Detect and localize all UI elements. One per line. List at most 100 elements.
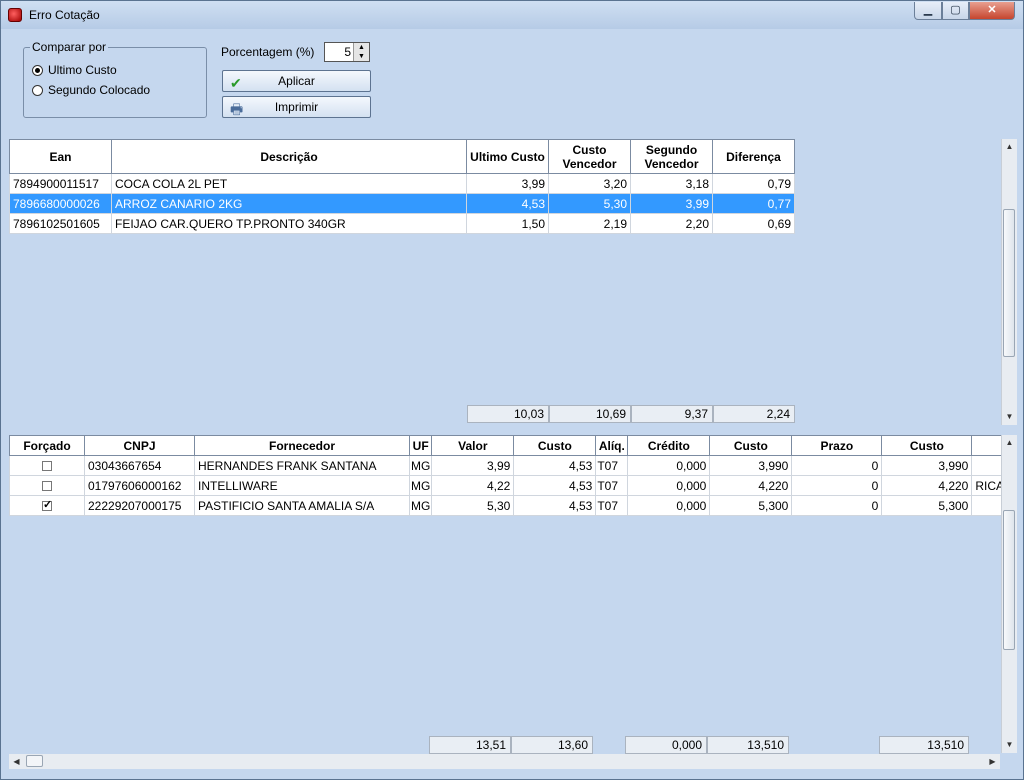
table-row-selected[interactable]: 7896680000026 ARROZ CANARIO 2KG 4,53 5,3… — [9, 193, 795, 214]
cell-diferenca[interactable]: 0,77 — [712, 193, 795, 214]
col-descricao[interactable]: Descrição — [111, 139, 467, 174]
cell-descricao[interactable]: COCA COLA 2L PET — [111, 173, 467, 194]
scroll-down-icon[interactable]: ▼ — [1002, 409, 1017, 424]
cell-descricao[interactable]: ARROZ CANARIO 2KG — [111, 193, 467, 214]
cell-ultimo-custo[interactable]: 3,99 — [466, 173, 549, 194]
percent-spinner[interactable]: 5 ▲ ▼ — [324, 42, 370, 62]
forced-checkbox-checked[interactable] — [42, 498, 52, 512]
cell-forcado[interactable] — [9, 475, 85, 496]
cell-fornecedor[interactable]: INTELLIWARE — [194, 475, 410, 496]
cell-cnpj[interactable]: 01797606000162 — [84, 475, 195, 496]
cell-custo-3[interactable]: 4,220 — [881, 475, 973, 496]
cell-segundo-vencedor[interactable]: 2,20 — [630, 213, 713, 234]
cell-segundo-vencedor[interactable]: 3,18 — [630, 173, 713, 194]
cell-prazo[interactable]: 0 — [791, 455, 883, 476]
minimize-button[interactable]: ▁ — [914, 2, 942, 20]
forced-checkbox[interactable] — [42, 461, 52, 472]
table-row[interactable]: 03043667654 HERNANDES FRANK SANTANA MG 3… — [9, 455, 1009, 476]
scroll-right-icon[interactable]: ▶ — [985, 754, 1000, 769]
cell-credito[interactable]: 0,000 — [627, 455, 711, 476]
scroll-thumb[interactable] — [1003, 209, 1015, 357]
cell-ean[interactable]: 7896102501605 — [9, 213, 112, 234]
cell-fornecedor[interactable]: PASTIFICIO SANTA AMALIA S/A — [194, 495, 410, 516]
radio-dot[interactable] — [32, 84, 43, 96]
col-ean[interactable]: Ean — [9, 139, 112, 174]
col-prazo[interactable]: Prazo — [791, 435, 883, 456]
cell-prazo[interactable]: 0 — [791, 495, 883, 516]
scroll-down-icon[interactable]: ▼ — [1002, 737, 1017, 752]
col-aliq[interactable]: Alíq. — [595, 435, 629, 456]
cell-custo[interactable]: 4,53 — [513, 475, 597, 496]
cell-forcado[interactable] — [9, 455, 85, 476]
cell-credito[interactable]: 0,000 — [627, 475, 711, 496]
scroll-left-icon[interactable]: ◀ — [9, 754, 24, 769]
cell-valor[interactable]: 4,22 — [431, 475, 515, 496]
cell-custo-2[interactable]: 5,300 — [709, 495, 793, 516]
cell-custo-3[interactable]: 3,990 — [881, 455, 973, 476]
cell-forcado[interactable] — [9, 495, 85, 516]
cell-custo-vencedor[interactable]: 5,30 — [548, 193, 631, 214]
cell-ultimo-custo[interactable]: 4,53 — [466, 193, 549, 214]
cell-descricao[interactable]: FEIJAO CAR.QUERO TP.PRONTO 340GR — [111, 213, 467, 234]
cell-aliq[interactable]: T07 — [595, 495, 629, 516]
cell-credito[interactable]: 0,000 — [627, 495, 711, 516]
cell-diferenca[interactable]: 0,79 — [712, 173, 795, 194]
cell-valor[interactable]: 5,30 — [431, 495, 515, 516]
radio-dot[interactable] — [32, 64, 43, 76]
radio-ultimo-custo[interactable]: Ultimo Custo — [32, 63, 117, 77]
col-custo-vencedor[interactable]: Custo Vencedor — [548, 139, 631, 174]
radio-segundo-colocado[interactable]: Segundo Colocado — [32, 83, 150, 97]
col-diferenca[interactable]: Diferença — [712, 139, 795, 174]
print-button[interactable]: 🖶 Imprimir — [222, 96, 371, 118]
cell-fornecedor[interactable]: HERNANDES FRANK SANTANA — [194, 455, 410, 476]
suppliers-vertical-scrollbar[interactable]: ▲ ▼ — [1001, 435, 1017, 753]
forced-checkbox[interactable] — [42, 481, 52, 492]
spinner-arrows[interactable]: ▲ ▼ — [353, 43, 369, 61]
cell-ultimo-custo[interactable]: 1,50 — [466, 213, 549, 234]
col-custo-2[interactable]: Custo — [709, 435, 793, 456]
cell-custo-3[interactable]: 5,300 — [881, 495, 973, 516]
cell-diferenca[interactable]: 0,69 — [712, 213, 795, 234]
cell-cnpj[interactable]: 22229207000175 — [84, 495, 195, 516]
close-button[interactable]: ✕ — [969, 2, 1015, 20]
col-uf[interactable]: UF — [408, 435, 433, 456]
maximize-button[interactable]: ▢ — [942, 2, 969, 20]
cell-custo-vencedor[interactable]: 2,19 — [548, 213, 631, 234]
apply-button[interactable]: ✔ Aplicar — [222, 70, 371, 92]
cell-uf[interactable]: MG — [408, 475, 433, 496]
col-valor[interactable]: Valor — [431, 435, 515, 456]
scroll-thumb[interactable] — [26, 755, 43, 767]
cell-uf[interactable]: MG — [408, 455, 433, 476]
cell-custo-2[interactable]: 4,220 — [709, 475, 793, 496]
products-vertical-scrollbar[interactable]: ▲ ▼ — [1001, 139, 1017, 425]
col-fornecedor[interactable]: Fornecedor — [194, 435, 410, 456]
table-row[interactable]: 01797606000162 INTELLIWARE MG 4,22 4,53 … — [9, 475, 1009, 496]
cell-aliq[interactable]: T07 — [595, 475, 629, 496]
col-forcado[interactable]: Forçado — [9, 435, 85, 456]
table-row[interactable]: 7896102501605 FEIJAO CAR.QUERO TP.PRONTO… — [9, 213, 795, 234]
scroll-thumb[interactable] — [1003, 510, 1015, 650]
col-cnpj[interactable]: CNPJ — [84, 435, 195, 456]
col-custo-3[interactable]: Custo — [881, 435, 973, 456]
col-ultimo-custo[interactable]: Ultimo Custo — [466, 139, 549, 174]
cell-prazo[interactable]: 0 — [791, 475, 883, 496]
percent-value[interactable]: 5 — [344, 45, 351, 59]
cell-segundo-vencedor[interactable]: 3,99 — [630, 193, 713, 214]
cell-custo[interactable]: 4,53 — [513, 455, 597, 476]
table-row[interactable]: 22229207000175 PASTIFICIO SANTA AMALIA S… — [9, 495, 1009, 516]
col-custo[interactable]: Custo — [513, 435, 597, 456]
cell-cnpj[interactable]: 03043667654 — [84, 455, 195, 476]
cell-custo[interactable]: 4,53 — [513, 495, 597, 516]
cell-custo-2[interactable]: 3,990 — [709, 455, 793, 476]
scroll-up-icon[interactable]: ▲ — [1002, 435, 1017, 450]
cell-aliq[interactable]: T07 — [595, 455, 629, 476]
cell-ean[interactable]: 7894900011517 — [9, 173, 112, 194]
cell-uf[interactable]: MG — [408, 495, 433, 516]
col-segundo-vencedor[interactable]: Segundo Vencedor — [630, 139, 713, 174]
horizontal-scrollbar[interactable]: ◀ ▶ — [9, 754, 1000, 769]
col-credito[interactable]: Crédito — [627, 435, 711, 456]
cell-ean[interactable]: 7896680000026 — [9, 193, 112, 214]
cell-custo-vencedor[interactable]: 3,20 — [548, 173, 631, 194]
table-row[interactable]: 7894900011517 COCA COLA 2L PET 3,99 3,20… — [9, 173, 795, 194]
scroll-up-icon[interactable]: ▲ — [1002, 139, 1017, 154]
